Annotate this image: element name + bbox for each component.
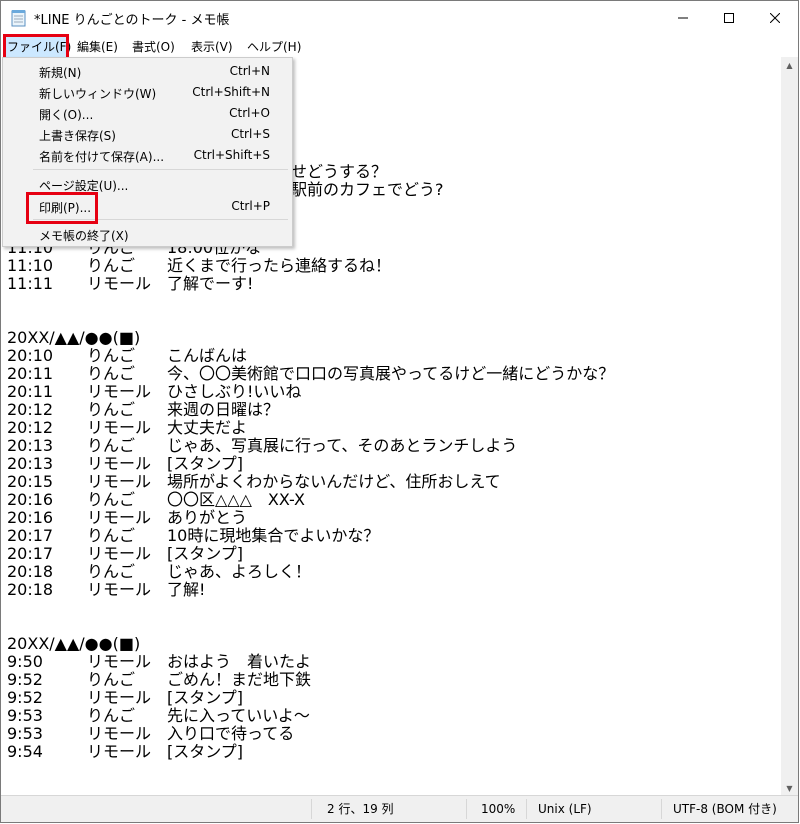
menu-edit[interactable]: 編集(E) <box>77 38 118 55</box>
menu-item-exit[interactable]: メモ帳の終了(X) <box>3 224 292 245</box>
status-zoom: 100% <box>481 802 516 816</box>
menu-item-new-window[interactable]: 新しいウィンドウ(W) Ctrl+Shift+N <box>3 82 292 103</box>
close-icon <box>770 13 780 23</box>
status-line-ending: Unix (LF) <box>538 802 592 816</box>
menu-bar: 編集(E) 書式(O) 表示(V) ヘルプ(H) <box>1 35 798 57</box>
status-divider <box>466 799 467 819</box>
status-bar: 2 行、19 列 100% Unix (LF) UTF-8 (BOM 付き) <box>1 795 798 822</box>
menu-help[interactable]: ヘルプ(H) <box>247 38 301 55</box>
status-divider <box>311 799 312 819</box>
menu-format[interactable]: 書式(O) <box>132 38 175 55</box>
scroll-up-icon[interactable]: ▲ <box>781 57 798 74</box>
vertical-scrollbar[interactable]: ▲ ▼ <box>781 57 798 797</box>
minimize-icon <box>678 17 688 19</box>
notepad-icon <box>11 10 26 27</box>
menu-view[interactable]: 表示(V) <box>191 38 233 55</box>
minimize-button[interactable] <box>660 1 706 35</box>
menu-item-new[interactable]: 新規(N) Ctrl+N <box>3 61 292 82</box>
status-divider <box>526 799 527 819</box>
notepad-window: *LINE りんごとのトーク - メモ帳 編集(E) 書式(O) 表示(V) ヘ… <box>0 0 799 823</box>
window-title: *LINE りんごとのトーク - メモ帳 <box>34 13 230 28</box>
title-bar[interactable]: *LINE りんごとのトーク - メモ帳 <box>1 1 798 35</box>
menu-item-save[interactable]: 上書き保存(S) Ctrl+S <box>3 124 292 145</box>
maximize-button[interactable] <box>706 1 752 35</box>
maximize-icon <box>724 13 734 23</box>
print-highlight-box <box>26 192 98 224</box>
status-cursor-position: 2 行、19 列 <box>327 802 394 816</box>
status-divider <box>661 799 662 819</box>
menu-item-save-as[interactable]: 名前を付けて保存(A)... Ctrl+Shift+S <box>3 145 292 166</box>
menu-item-open[interactable]: 開く(O)... Ctrl+O <box>3 103 292 124</box>
close-button[interactable] <box>752 1 798 35</box>
status-encoding: UTF-8 (BOM 付き) <box>673 802 777 816</box>
menu-separator <box>33 169 288 170</box>
